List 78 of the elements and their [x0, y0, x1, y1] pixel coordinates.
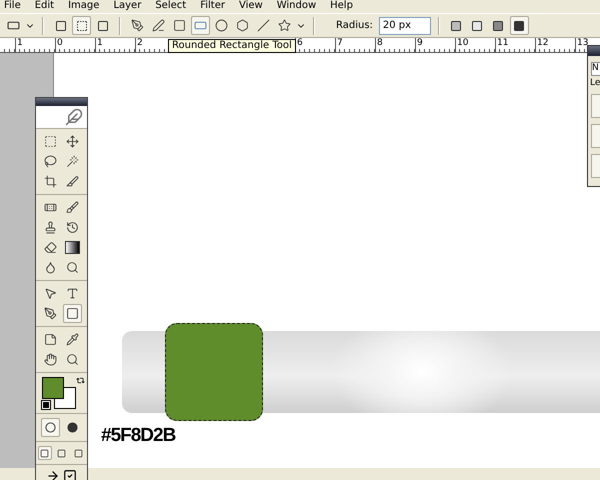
menu-item[interactable]: Image — [68, 0, 100, 13]
pen-icon — [44, 307, 57, 320]
eyedropper-icon — [66, 333, 79, 346]
dashed-square-icon — [76, 20, 88, 32]
line-icon — [257, 19, 270, 32]
screen-mode-button[interactable] — [38, 446, 52, 460]
tool-button[interactable] — [63, 304, 82, 323]
menu-item[interactable]: Edit — [34, 0, 54, 13]
type-icon — [66, 287, 79, 300]
rounded-rect-icon — [194, 19, 207, 32]
menu-item[interactable]: Window — [276, 0, 316, 13]
ruler-label: 0 — [55, 38, 95, 52]
menu-item[interactable]: Help — [330, 0, 353, 13]
path-mode-button[interactable] — [72, 16, 91, 35]
ruler-label: 10 — [455, 38, 495, 52]
rounded-rectangle-icon — [7, 19, 20, 32]
ruler-label: 12 — [535, 38, 575, 52]
color-code-text: #5F8D2B — [101, 425, 176, 447]
overlap-squares-icon — [492, 20, 504, 32]
foreground-swatch[interactable] — [42, 377, 64, 399]
path-select-icon — [44, 287, 57, 300]
slice-icon — [66, 175, 79, 188]
shape-icon — [66, 307, 79, 320]
square-icon — [96, 20, 108, 32]
tool-button[interactable] — [63, 238, 82, 257]
swap-icon[interactable] — [76, 376, 85, 385]
tooltip: Rounded Rectangle Tool — [168, 39, 296, 53]
shape-tool-button[interactable] — [191, 16, 210, 35]
radius-label: Radius: — [336, 20, 373, 31]
pen-icon — [131, 19, 144, 32]
history-icon — [66, 221, 79, 234]
gradient-icon — [65, 241, 80, 254]
ruler-label: 8 — [375, 38, 415, 52]
menu-item[interactable]: Select — [155, 0, 186, 13]
circle-icon — [67, 422, 78, 433]
radius-field[interactable]: 20 px — [378, 16, 431, 34]
wand-icon — [66, 155, 79, 168]
arrow-icon[interactable] — [46, 469, 60, 480]
default-colors-icon[interactable] — [42, 401, 50, 409]
polygon-icon — [236, 19, 249, 32]
hand-icon — [44, 353, 57, 366]
ruler-label: 1 — [95, 38, 135, 52]
ruler-label: 6 — [295, 38, 335, 52]
layers-field[interactable]: N — [591, 62, 600, 76]
combine-mode-button[interactable] — [510, 16, 529, 35]
stamp-icon — [44, 221, 57, 234]
eraser-icon — [44, 241, 57, 254]
square-icon — [54, 20, 66, 32]
freeform-pen-icon — [152, 19, 165, 32]
mask-mode-button[interactable] — [41, 418, 60, 437]
ruler-label: 9 — [415, 38, 455, 52]
brush-icon — [66, 201, 79, 214]
menu-item[interactable]: Layer — [113, 0, 142, 13]
ruler-label: 1 — [15, 38, 55, 52]
marquee-icon — [44, 135, 57, 148]
ellipse-icon — [215, 19, 228, 32]
ruler-label: 7 — [335, 38, 375, 52]
zoom-icon — [66, 353, 79, 366]
panel-title-bar[interactable] — [36, 98, 87, 106]
menu-item[interactable]: Filter — [200, 0, 225, 13]
layers-label: Le — [590, 78, 600, 88]
move-icon — [66, 135, 79, 148]
ruler-label: 11 — [495, 38, 535, 52]
menu-item[interactable]: View — [238, 0, 263, 13]
lasso-icon — [44, 155, 57, 168]
feather-icon — [65, 108, 83, 126]
menu-item[interactable]: File — [4, 0, 21, 13]
overlap-squares-icon — [471, 20, 484, 32]
overlap-squares-icon — [450, 20, 462, 32]
checkbox-icon[interactable] — [63, 469, 77, 480]
notes-icon — [44, 333, 57, 346]
blur-icon — [44, 261, 57, 274]
circle-icon — [45, 422, 56, 433]
rect-icon — [173, 19, 186, 32]
custom-icon — [278, 19, 291, 32]
heal-icon — [44, 201, 57, 214]
crop-icon — [44, 175, 57, 188]
overlap-squares-icon — [513, 20, 526, 32]
